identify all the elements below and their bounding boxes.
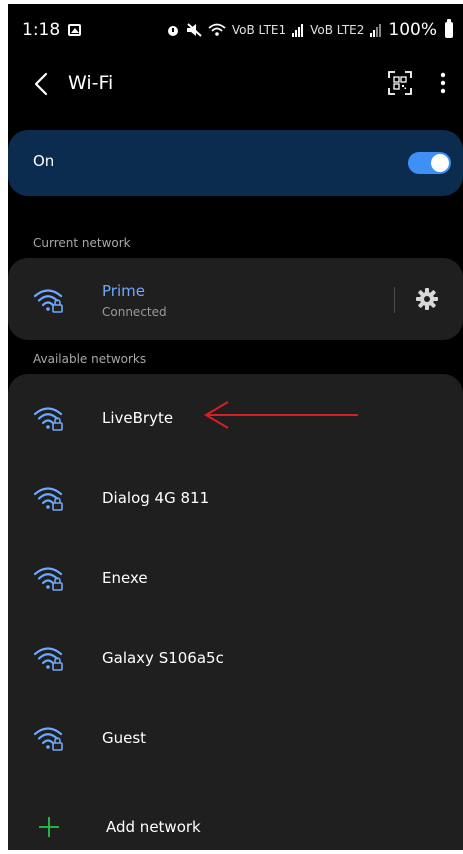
available-networks-label: Available networks [33,352,147,366]
network-row-guest[interactable]: Guest [8,698,463,778]
page-title: Wi-Fi [68,72,114,94]
signal-bars-sim1-icon [292,24,304,37]
battery-percent: 100% [388,20,437,40]
add-network-label: Add network [106,818,201,836]
wifi-lock-icon [34,487,63,511]
chevron-left-icon[interactable] [30,70,56,98]
network-name: LiveBryte [102,409,174,427]
signal-sim2-text: VoB LTE2 [310,23,365,37]
gallery-notification-icon [68,24,82,36]
wifi-lock-icon [34,567,63,591]
plus-icon [39,817,59,837]
wifi-lock-icon [34,407,63,431]
wifi-lock-icon [34,727,63,751]
signal-bars-sim2-icon [370,24,382,37]
phone-screen: 1:18 VoB LTE1 VoB LTE2 100% Wi-Fi On Cur… [8,4,463,850]
mute-icon [186,23,202,37]
battery-icon [445,19,453,38]
current-network-card: Prime Connected [8,258,463,340]
qr-code-icon[interactable] [387,70,413,96]
status-bar: 1:18 VoB LTE1 VoB LTE2 100% [8,4,463,56]
network-name: Guest [102,729,147,747]
current-network-status: Connected [102,305,167,319]
wifi-toggle-knob [431,154,449,172]
row-divider [394,287,395,313]
wifi-toggle-switch[interactable] [408,152,451,174]
wifi-toggle-label: On [33,152,55,170]
more-vertical-icon[interactable] [435,68,451,98]
wifi-toggle-row[interactable]: On [8,130,463,196]
wifi-lock-icon [34,289,63,313]
current-network-label: Current network [33,236,131,250]
app-header: Wi-Fi [8,56,463,112]
network-name: Enexe [102,569,148,587]
wifi-lock-icon [34,647,63,671]
alarm-icon [167,26,178,36]
network-row-enexe[interactable]: Enexe [8,538,463,618]
network-name: Dialog 4G 811 [102,489,210,507]
network-name: Galaxy S106a5c [102,649,224,667]
network-row-galaxy[interactable]: Galaxy S106a5c [8,618,463,698]
current-network-row[interactable]: Prime Connected [8,258,463,340]
signal-sim1-text: VoB LTE1 [231,23,287,37]
network-row-dialog[interactable]: Dialog 4G 811 [8,458,463,538]
gear-icon[interactable] [416,288,438,310]
add-network-row[interactable]: Add network [8,778,463,850]
annotation-arrow-icon [204,401,358,429]
available-networks-card: LiveBryte Dialog 4G 811 Enexe Galaxy S10… [8,374,463,850]
current-network-name: Prime [102,282,145,300]
wifi-status-icon [208,23,226,36]
status-time: 1:18 [22,20,61,40]
